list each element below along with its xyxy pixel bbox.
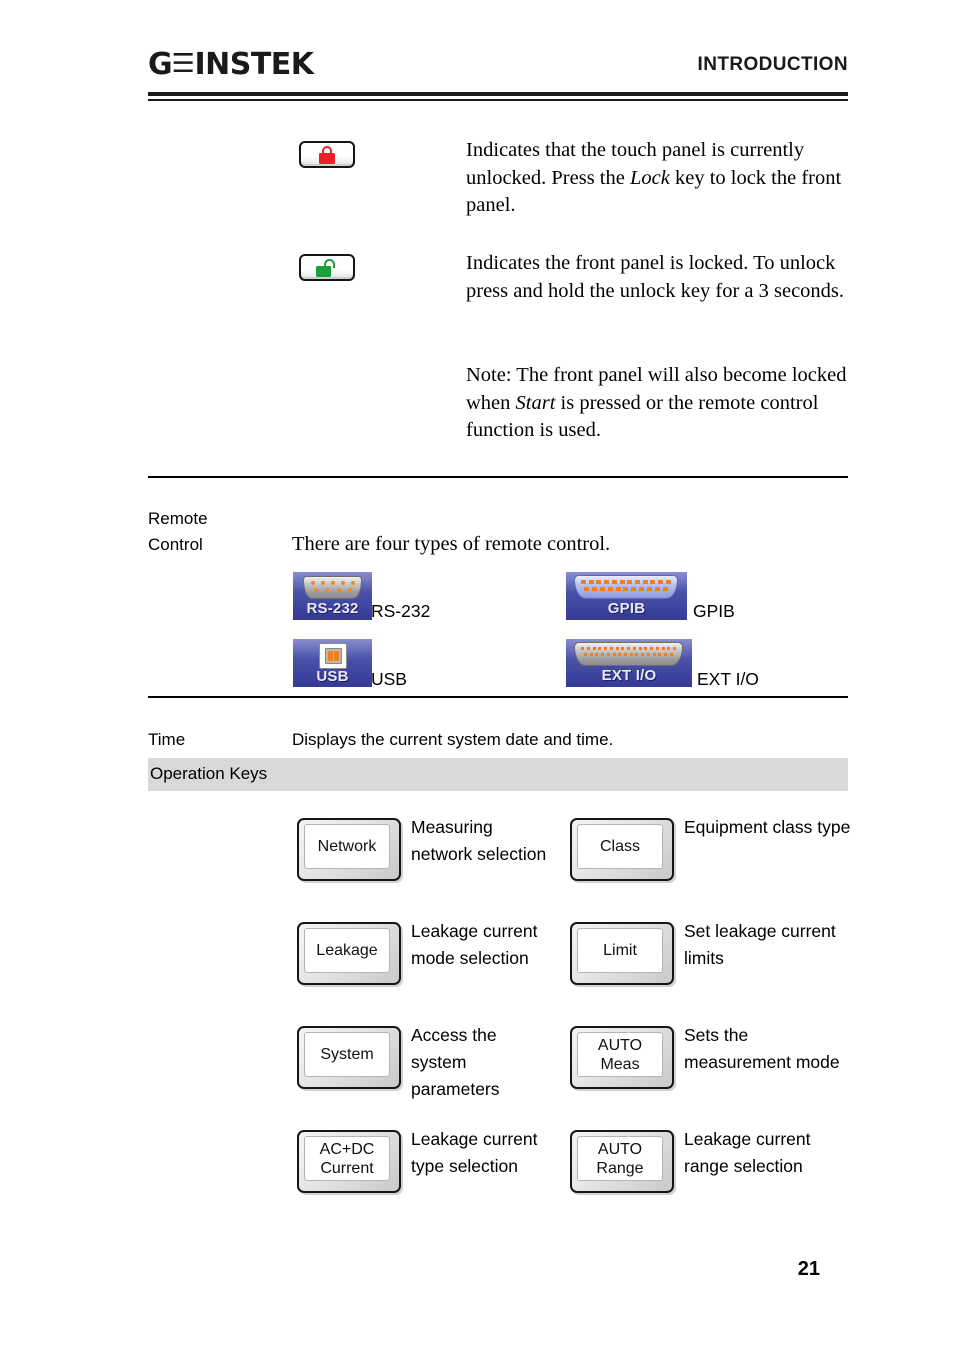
system-key-description: Access the system parameters [411,1025,500,1099]
remote-control-label: Remote Control [148,506,288,558]
network-key-face: Network [304,824,390,869]
padlock-closed-red-icon [318,145,336,164]
ext-io-icon-label: EXT I/O [601,667,657,684]
lock-note: Note: The front panel will also become l… [466,362,848,445]
rs232-dsub-shell [303,576,362,599]
gpib-dsub-shell [574,575,678,599]
logo-w-glyph: ☰ [171,49,195,79]
remote-control-label-line2: Control [148,535,203,554]
logo-instek: INSTEK [194,47,314,82]
leakage-key[interactable]: Leakage [297,922,401,985]
remote-control-label-line1: Remote [148,509,208,528]
rs232-caption: RS-232 [371,601,431,621]
page-number: 21 [797,1258,820,1280]
gpib-pin-row-1 [581,580,671,584]
usb-inner-shell [325,648,342,664]
ext-io-dsub-shell [574,642,683,666]
auto-meas-key-label-line1: AUTO [597,1036,643,1054]
rs232-pin-row-1 [311,581,355,585]
divider-after-lock-section [148,476,848,478]
auto-range-key-face: AUTO Range [577,1136,663,1181]
header-rule-thick [148,92,848,96]
system-key[interactable]: System [297,1026,401,1089]
gw-instek-logo: G☰INSTEK [148,48,314,83]
lock-row-1-text-italic: Lock [629,166,670,189]
limit-key-face: Limit [577,928,663,973]
auto-meas-key-label-line2: Meas [600,1055,640,1073]
ac-dc-current-key-label-line1: AC+DC [319,1140,375,1158]
padlock-body-open [316,265,331,277]
usb-caption: USB [371,669,407,689]
auto-range-key[interactable]: AUTO Range [570,1130,674,1193]
network-key-label: Network [317,838,377,855]
gpib-pin-row-2 [584,587,668,591]
rs232-pin-row-2 [314,588,352,592]
usb-connector-icon: USB [293,639,372,687]
auto-meas-key[interactable]: AUTO Meas [570,1026,674,1089]
usb-shell [319,643,347,669]
system-key-face: System [304,1032,390,1077]
header-rule-thin [148,99,848,101]
padlock-open-green-icon [316,258,338,277]
network-key-description: Measuring network selection [411,817,547,864]
rs232-icon-label: RS-232 [306,600,359,617]
ext-io-connector-icon: EXT I/O [566,639,692,687]
leakage-key-label: Leakage [316,942,378,959]
system-key-label: System [320,1046,374,1063]
ac-dc-current-key-face: AC+DC Current [304,1136,390,1181]
ext-io-pin-row-1 [581,647,676,650]
auto-range-key-label-line1: AUTO [597,1140,643,1158]
network-key[interactable]: Network [297,818,401,881]
auto-meas-key-description: Sets the measurement mode [684,1025,840,1072]
class-key[interactable]: Class [570,818,674,881]
gpib-connector-icon: GPIB [566,572,687,620]
document-page: G☰INSTEK INTRODUCTION Indicates that the… [0,0,954,1349]
page-header: G☰INSTEK INTRODUCTION [148,48,848,94]
padlock-body [319,152,335,164]
gpib-icon-label: GPIB [607,600,646,617]
lock-row-2-description: Indicates the front panel is locked. To … [466,252,845,302]
operation-keys-title: Operation Keys [150,764,268,783]
usb-icon-label: USB [316,668,349,685]
gpib-caption: GPIB [693,601,735,621]
front-panel-locked-indicator [299,254,355,281]
lock-note-italic: Start [515,391,556,414]
logo-g: G [148,47,173,82]
auto-meas-key-face: AUTO Meas [577,1032,663,1077]
limit-key-description: Set leakage current limits [684,921,836,968]
limit-key[interactable]: Limit [570,922,674,985]
ac-dc-current-key-label-line2: Current [320,1159,374,1177]
limit-key-label: Limit [603,942,637,959]
ac-dc-current-key-description: Leakage current type selection [411,1129,538,1176]
time-label: Time [148,730,186,749]
page-title: INTRODUCTION [697,54,848,75]
lock-row-1-description: Indicates that the touch panel is curren… [466,137,848,220]
class-key-face: Class [577,824,663,869]
divider-after-remote-section [148,696,848,698]
touch-panel-unlocked-indicator [299,141,355,168]
leakage-key-description: Leakage current mode selection [411,921,538,968]
ext-io-pin-row-2 [584,653,673,656]
leakage-key-face: Leakage [304,928,390,973]
remote-control-description: There are four types of remote control. [292,533,611,555]
class-key-description: Equipment class type [684,817,851,837]
ext-io-caption: EXT I/O [697,669,759,689]
class-key-label: Class [599,838,640,855]
auto-range-key-label-line2: Range [596,1159,644,1177]
time-description: Displays the current system date and tim… [292,730,614,749]
auto-range-key-description: Leakage current range selection [684,1129,811,1176]
ac-dc-current-key[interactable]: AC+DC Current [297,1130,401,1193]
rs232-connector-icon: RS-232 [293,572,372,620]
